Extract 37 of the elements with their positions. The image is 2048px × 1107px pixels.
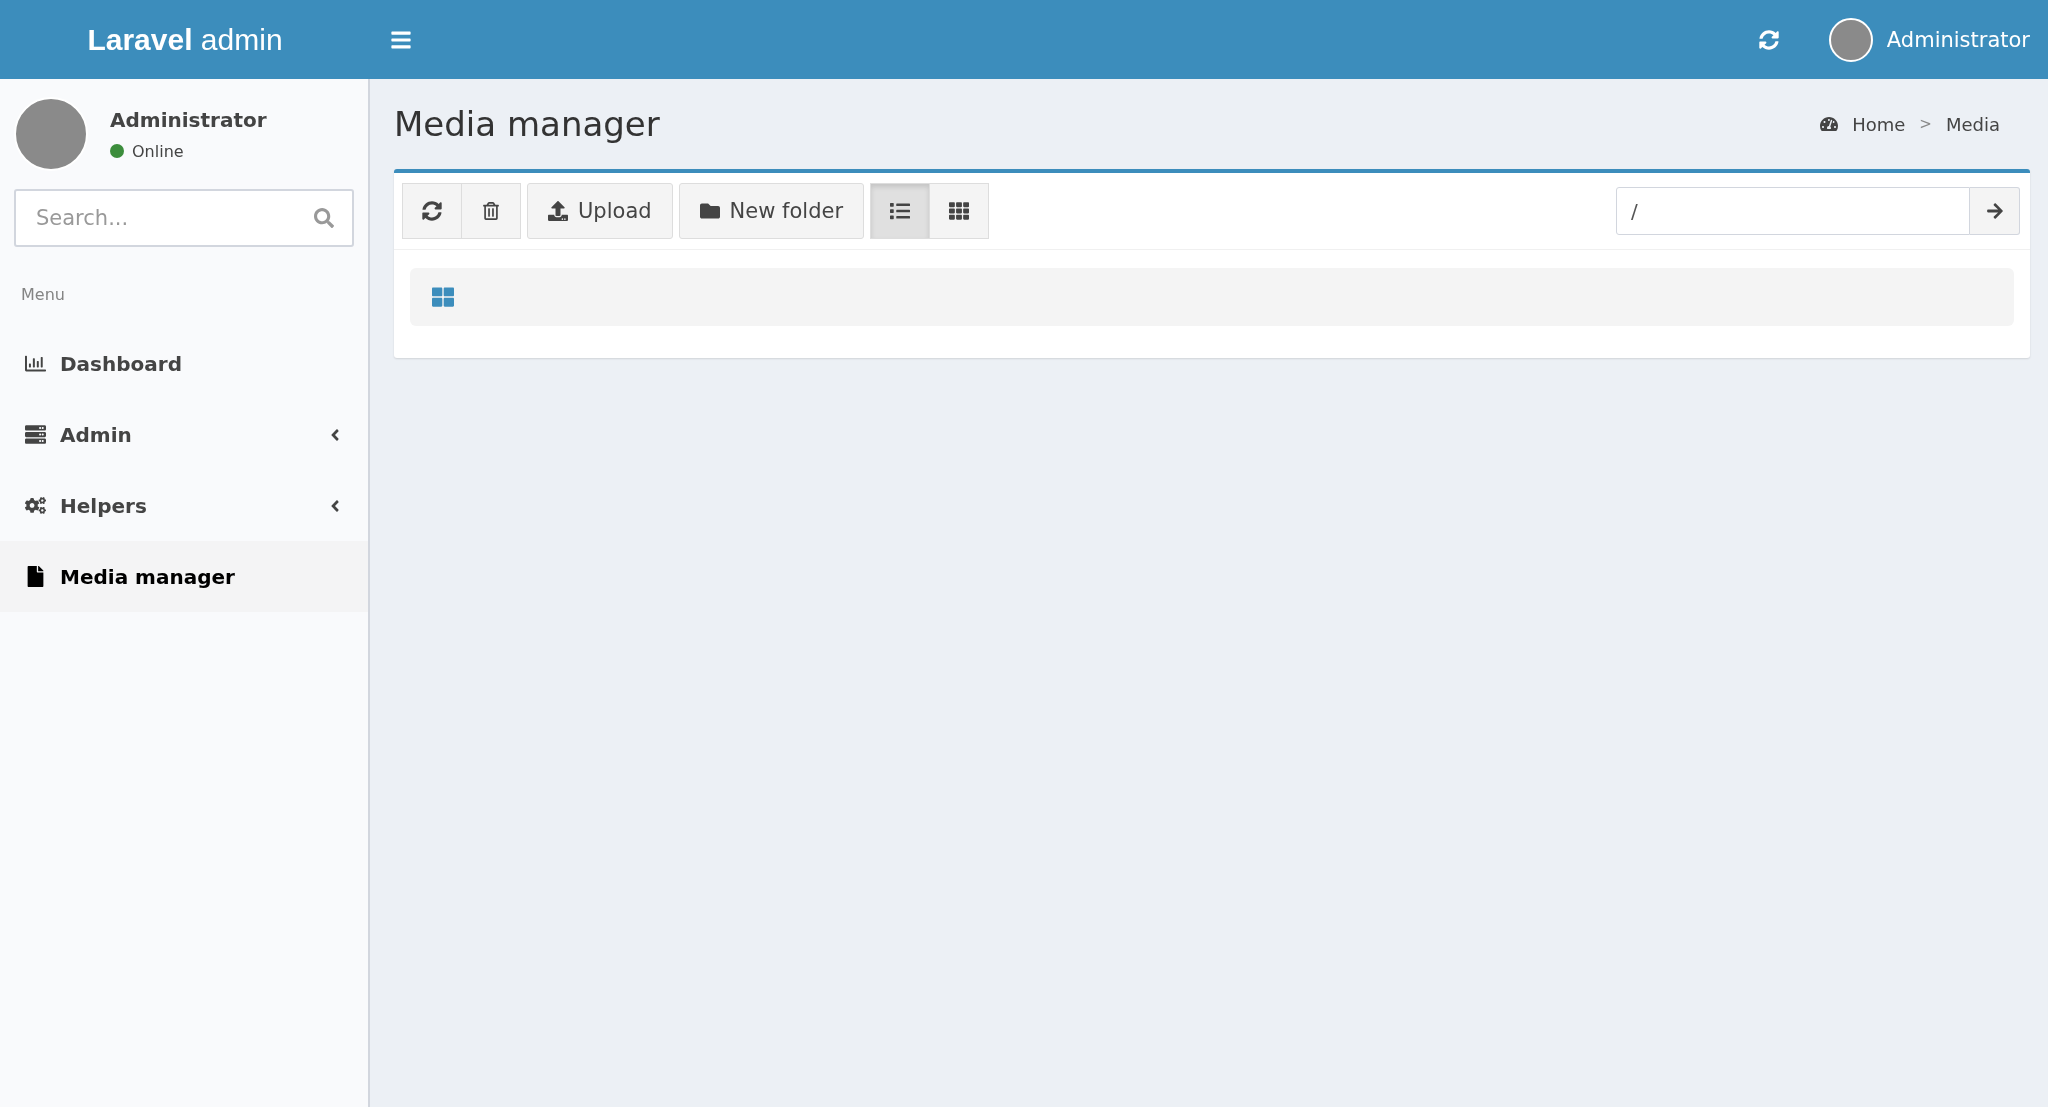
grid-icon bbox=[432, 286, 454, 308]
user-name[interactable]: Administrator bbox=[1886, 27, 2030, 52]
menu-item-icon bbox=[25, 353, 46, 374]
delete-button[interactable] bbox=[461, 183, 521, 239]
upload-button[interactable]: Upload bbox=[527, 183, 673, 239]
folder-icon bbox=[699, 201, 720, 221]
status-text: Online bbox=[132, 141, 184, 161]
arrow-icon bbox=[1985, 202, 2004, 220]
user-name: Administrator bbox=[110, 107, 267, 132]
logo[interactable]: Laravel admin bbox=[0, 22, 370, 57]
page-title: Media manager bbox=[394, 104, 661, 144]
list-icon bbox=[890, 201, 911, 221]
refresh-icon bbox=[422, 201, 442, 221]
path-field[interactable]: / bbox=[1616, 187, 1970, 235]
refresh-button[interactable] bbox=[402, 183, 462, 239]
search-field[interactable]: Search... bbox=[14, 189, 354, 247]
menu-item-icon bbox=[25, 566, 46, 587]
menu-item[interactable]: Media manager bbox=[0, 541, 368, 612]
trash-icon bbox=[482, 202, 500, 220]
refresh-icon bbox=[1758, 29, 1779, 50]
breadcrumb-link[interactable]: Home bbox=[1820, 113, 1906, 135]
list-view-button[interactable] bbox=[870, 183, 931, 239]
menu-item[interactable]: Helpers bbox=[0, 470, 368, 541]
new-folder-button[interactable]: New folder bbox=[678, 183, 865, 239]
menu-item[interactable]: Dashboard bbox=[0, 328, 368, 399]
menu-item[interactable]: Admin bbox=[0, 399, 368, 470]
breadcrumb-current: Media bbox=[1945, 113, 2000, 135]
dashboard-icon bbox=[1820, 115, 1839, 133]
upload-icon bbox=[548, 201, 568, 221]
go-button[interactable] bbox=[1970, 187, 2020, 235]
menu-item-icon bbox=[25, 495, 46, 516]
search-icon bbox=[314, 208, 334, 228]
menu-item-icon bbox=[25, 424, 46, 445]
grid-icon bbox=[949, 201, 970, 221]
breadcrumb-separator: > bbox=[1919, 115, 1932, 133]
menu-header: Menu bbox=[20, 284, 66, 306]
grid-view-button[interactable] bbox=[929, 183, 990, 239]
